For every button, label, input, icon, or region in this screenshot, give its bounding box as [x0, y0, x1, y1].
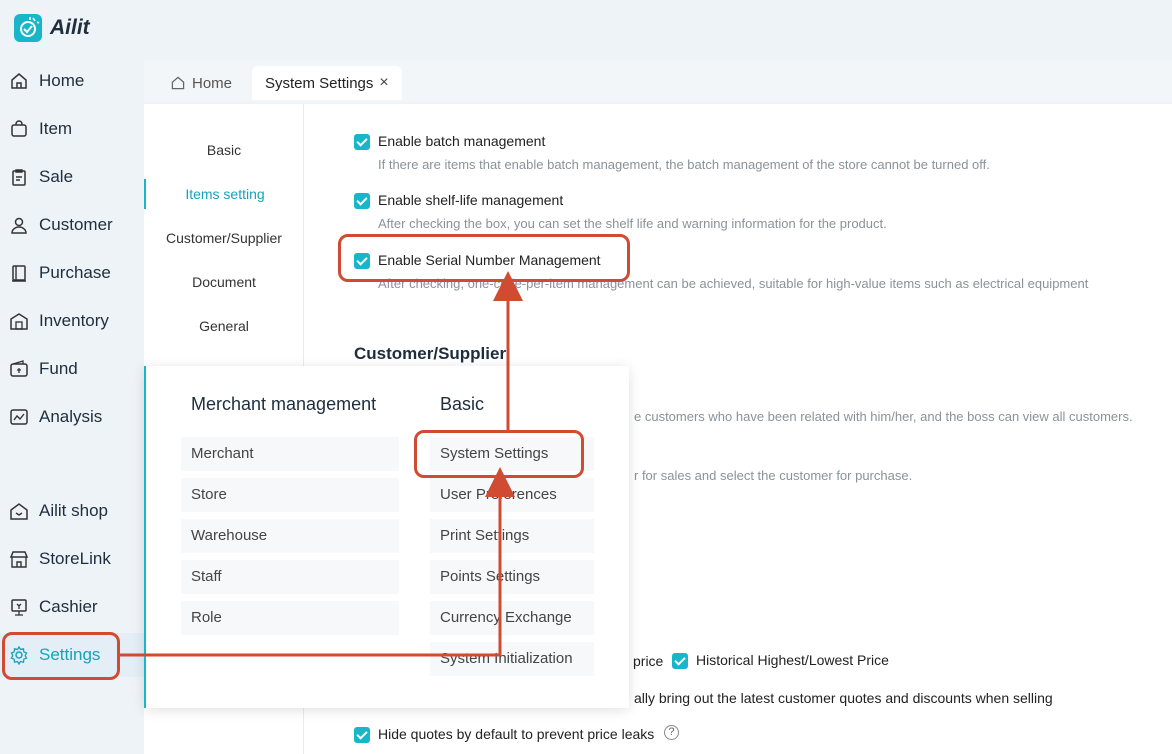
top-bar: Ailit: [0, 0, 1172, 58]
sidebar-item-ailit-shop[interactable]: Ailit shop: [0, 489, 144, 533]
sidebar-item-label: Settings: [39, 645, 101, 664]
bag-icon: [11, 120, 27, 137]
menu-item-points-settings[interactable]: Points Settings: [430, 560, 594, 594]
option-label: Enable batch management: [378, 133, 546, 149]
menu-item-currency-exchange[interactable]: Currency Exchange: [430, 601, 594, 635]
tab-home[interactable]: Home: [170, 66, 232, 100]
sidebar-item-purchase[interactable]: Purchase: [0, 251, 144, 295]
tab-system-settings[interactable]: System Settings ×: [252, 66, 402, 100]
sidebar-item-label: Cashier: [39, 597, 98, 616]
clipboard-icon: [12, 169, 26, 186]
price-option-label: price: [633, 653, 664, 669]
sidebar-item-inventory[interactable]: Inventory: [0, 299, 144, 343]
sidebar-item-label: StoreLink: [39, 549, 111, 568]
store-icon: [9, 551, 29, 568]
cashier-icon: [11, 599, 27, 616]
sidebar-item-label: Inventory: [39, 311, 109, 330]
subnav-general[interactable]: General: [144, 311, 304, 341]
sidebar-item-label: Item: [39, 119, 73, 138]
shop-icon: [10, 503, 28, 520]
menu-item-merchant[interactable]: Merchant: [181, 437, 399, 471]
historical-price-checkbox[interactable]: [672, 653, 688, 669]
home-icon: [171, 76, 185, 90]
sidebar-item-sale[interactable]: Sale: [0, 155, 144, 199]
merchant-management-heading: Merchant management: [191, 394, 377, 414]
sidebar-item-item[interactable]: Item: [0, 107, 144, 151]
menu-item-user-preferences[interactable]: User Preferences: [430, 478, 594, 512]
sidebar-item-label: Home: [39, 71, 85, 90]
option-label: Enable Serial Number Management: [378, 252, 601, 268]
basic-heading: Basic: [440, 394, 485, 414]
menu-item-print-settings[interactable]: Print Settings: [430, 519, 594, 553]
shelf-life-checkbox[interactable]: [354, 193, 370, 209]
close-icon[interactable]: ×: [379, 74, 388, 92]
auto-quotes-label: ally bring out the latest customer quote…: [634, 690, 1053, 706]
menu-item-warehouse[interactable]: Warehouse: [181, 519, 399, 553]
help-icon[interactable]: ?: [664, 725, 679, 740]
menu-item-system-initialization[interactable]: System Initialization: [430, 642, 594, 676]
customer-purchase-description: r for sales and select the customer for …: [634, 468, 913, 483]
option-label: Enable shelf-life management: [378, 192, 564, 208]
sidebar-item-label: Analysis: [39, 407, 103, 426]
menu-item-staff[interactable]: Staff: [181, 560, 399, 594]
subnav-document[interactable]: Document: [144, 267, 304, 297]
wallet-icon: [10, 360, 28, 377]
sidebar-item-label: Purchase: [39, 263, 111, 282]
settings-menu-popup: Merchant management Merchant Store Wareh…: [144, 366, 629, 708]
customer-visibility-description: e customers who have been related with h…: [634, 409, 1133, 424]
subnav-basic[interactable]: Basic: [144, 135, 304, 165]
tab-bar: Home System Settings ×: [144, 60, 1172, 102]
sidebar-item-cashier[interactable]: Cashier: [0, 585, 144, 629]
batch-management-checkbox[interactable]: [354, 134, 370, 150]
menu-item-system-settings[interactable]: System Settings: [430, 437, 594, 471]
menu-item-store[interactable]: Store: [181, 478, 399, 512]
option-description: After checking the box, you can set the …: [378, 216, 887, 231]
book-icon: [12, 265, 26, 282]
sidebar-item-customer[interactable]: Customer: [0, 203, 144, 247]
sidebar-item-label: Fund: [39, 359, 78, 378]
sidebar-item-analysis[interactable]: Analysis: [0, 395, 144, 439]
section-title-customer-supplier: Customer/Supplier: [354, 344, 507, 363]
home-icon: [11, 73, 27, 89]
sidebar-item-label: Customer: [39, 215, 113, 234]
subnav-items-setting[interactable]: Items setting: [144, 179, 304, 209]
sidebar-item-storelink[interactable]: StoreLink: [0, 537, 144, 581]
sidebar-item-home[interactable]: Home: [0, 59, 144, 103]
sidebar: Home Item Sale Customer Purchase Invento…: [0, 58, 144, 754]
app-name: Ailit: [50, 16, 90, 39]
sidebar-item-fund[interactable]: Fund: [0, 347, 144, 391]
menu-item-role[interactable]: Role: [181, 601, 399, 635]
warehouse-icon: [10, 313, 28, 330]
sidebar-item-settings[interactable]: Settings: [0, 633, 144, 677]
chart-icon: [10, 409, 28, 425]
sidebar-item-label: Ailit shop: [39, 501, 108, 520]
option-label: Hide quotes by default to prevent price …: [378, 726, 655, 742]
gear-icon: [10, 645, 28, 665]
subnav-customer-supplier[interactable]: Customer/Supplier: [144, 223, 304, 253]
logo-icon: [14, 14, 42, 42]
user-icon: [11, 217, 27, 234]
tab-label: Home: [192, 74, 233, 92]
hide-quotes-checkbox[interactable]: [354, 727, 370, 743]
serial-number-checkbox[interactable]: [354, 253, 370, 269]
option-description: After checking, one-code-per-item manage…: [378, 276, 1089, 291]
tab-label: System Settings: [265, 74, 374, 92]
option-label: Historical Highest/Lowest Price: [696, 652, 889, 668]
sidebar-item-label: Sale: [39, 167, 74, 186]
option-description: If there are items that enable batch man…: [378, 157, 990, 172]
